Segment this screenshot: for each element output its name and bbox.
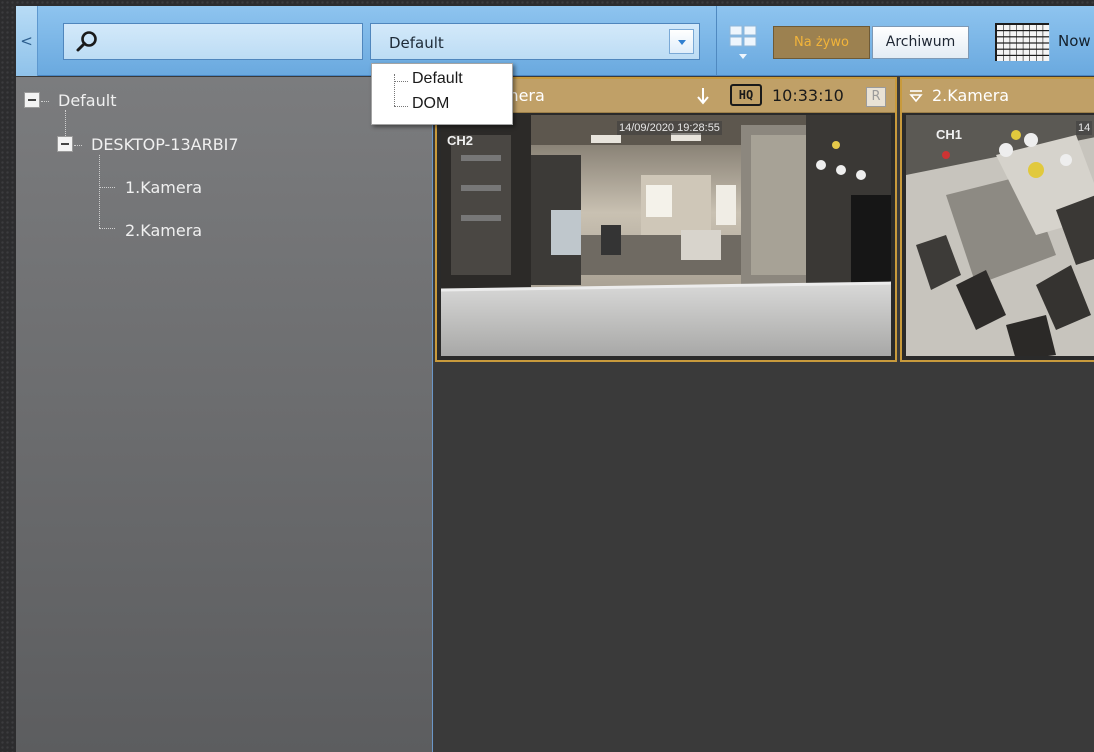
- toolbar-divider: [716, 6, 717, 76]
- filter-icon[interactable]: [909, 88, 923, 104]
- office-scene-image: [441, 115, 891, 356]
- tree-item-camera-2[interactable]: 2.Kamera: [125, 221, 202, 240]
- camera-osd-timestamp: 14: [1076, 121, 1093, 135]
- archive-mode-button[interactable]: Archiwum: [872, 26, 969, 59]
- grid-icon[interactable]: [994, 22, 1050, 62]
- recording-badge[interactable]: R: [866, 87, 886, 107]
- camera-video-feed: 14/09/2020 19:28:55 CH2: [441, 115, 891, 356]
- tree-connector: [41, 101, 49, 102]
- camera-header: 2.Kamera: [902, 79, 1094, 113]
- dropdown-arrow-icon[interactable]: [669, 29, 694, 54]
- app-window: < Default Na żywo Archiwum Now Default D…: [16, 6, 1094, 752]
- tree-item-default[interactable]: Default: [58, 91, 116, 110]
- search-icon: [76, 31, 97, 52]
- search-input[interactable]: [63, 23, 363, 60]
- lab-scene-image: [906, 115, 1094, 356]
- hq-badge[interactable]: HQ: [730, 84, 762, 106]
- camera-osd-channel: CH1: [936, 127, 963, 142]
- tree-connector: [394, 74, 395, 106]
- tree-item-camera-1[interactable]: 1.Kamera: [125, 178, 202, 197]
- device-tree-panel: Default DESKTOP-13ARBI7 1.Kamera 2.Kamer…: [16, 77, 433, 752]
- tree-connector: [99, 228, 115, 229]
- live-mode-button[interactable]: Na żywo: [773, 26, 870, 59]
- tree-connector: [65, 110, 66, 136]
- collapse-panel-button[interactable]: <: [16, 6, 38, 76]
- camera-time: 10:33:10: [772, 86, 844, 105]
- tree-connector: [394, 81, 408, 82]
- layout-dropdown-menu: Default DOM: [371, 63, 513, 125]
- dropdown-item-dom[interactable]: DOM: [412, 95, 449, 113]
- new-layout-label[interactable]: Now: [1058, 32, 1091, 50]
- collapse-toggle-icon[interactable]: [57, 136, 73, 152]
- collapse-toggle-icon[interactable]: [24, 92, 40, 108]
- camera-video-feed: CH1 14: [906, 115, 1094, 356]
- tree-connector: [74, 145, 82, 146]
- tree-connector: [394, 106, 408, 107]
- tree-item-server[interactable]: DESKTOP-13ARBI7: [91, 135, 239, 154]
- top-toolbar: < Default Na żywo Archiwum Now: [16, 6, 1094, 76]
- layout-select[interactable]: Default: [370, 23, 700, 60]
- tree-connector: [99, 155, 100, 228]
- video-grid: mera HQ 10:33:10 R 14/09/2020 19:28:55 C…: [434, 77, 1094, 752]
- arrow-down-icon[interactable]: [695, 86, 711, 106]
- camera-osd-channel: CH2: [447, 133, 474, 148]
- tree-connector: [99, 187, 115, 188]
- layout-select-value: Default: [389, 34, 444, 52]
- dropdown-item-default[interactable]: Default: [412, 70, 463, 88]
- camera-tile-2[interactable]: 2.Kamera CH1 14: [900, 77, 1094, 362]
- camera-osd-timestamp: 14/09/2020 19:28:55: [617, 121, 722, 135]
- camera-title: 2.Kamera: [932, 86, 1010, 105]
- layout-icon[interactable]: [728, 24, 758, 64]
